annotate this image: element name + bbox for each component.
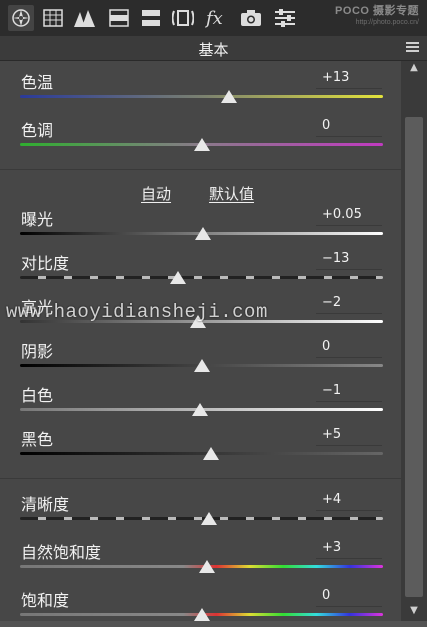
saturation-row: 饱和度 0 [0,587,401,627]
panel-title: 基本 [198,41,229,59]
contrast-value[interactable]: −13 [316,250,382,270]
auto-button[interactable]: 自动 [141,183,171,204]
basic-panel-content: 色温 +13 色调 0 自动 默认值 曝光 +0.05 对比度 −13 高光 −… [0,61,401,621]
tone-curve-icon[interactable] [40,5,66,31]
clarity-row: 清晰度 +4 [0,491,401,531]
poco-watermark: POCO 摄影专题 http://photo.poco.cn/ [335,5,419,27]
temperature-label: 色温 [21,73,54,92]
temperature-value[interactable]: +13 [316,69,382,89]
whites-thumb[interactable] [191,403,208,416]
saturation-thumb[interactable] [193,608,210,621]
tint-label: 色调 [21,121,54,140]
scroll-thumb[interactable] [405,117,423,597]
site-watermark: www.haoyidiansheji.com [6,301,268,323]
contrast-label: 对比度 [21,254,70,273]
vibrance-value[interactable]: +3 [316,539,382,559]
auto-default-row: 自动 默认值 [0,183,401,205]
whites-value[interactable]: −1 [316,382,382,402]
highlights-value[interactable]: −2 [316,294,382,314]
vibrance-label: 自然饱和度 [21,543,102,562]
exposure-thumb[interactable] [195,227,212,240]
whites-row: 白色 −1 [0,382,401,422]
detail-icon[interactable] [72,5,98,31]
blacks-track[interactable] [20,452,383,455]
svg-text:fx: fx [205,8,223,28]
shadows-value[interactable]: 0 [316,338,382,358]
hsl-icon[interactable] [106,5,132,31]
divider [0,169,401,170]
contrast-track[interactable] [20,276,383,279]
saturation-label: 饱和度 [21,591,70,610]
blacks-label: 黑色 [21,430,54,449]
blacks-value[interactable]: +5 [316,426,382,446]
saturation-value[interactable]: 0 [316,587,382,607]
clarity-value[interactable]: +4 [316,491,382,511]
exposure-value[interactable]: +0.05 [316,206,382,226]
vibrance-row: 自然饱和度 +3 [0,539,401,579]
camera-calibration-icon[interactable] [238,5,264,31]
poco-brand: POCO 摄影专题 [335,5,419,17]
temperature-track[interactable] [20,95,383,98]
panel-header: 基本 [0,36,427,61]
default-button[interactable]: 默认值 [209,183,254,204]
contrast-row: 对比度 −13 [0,250,401,290]
temperature-thumb[interactable] [220,90,237,103]
blacks-row: 黑色 +5 [0,426,401,466]
scrollbar[interactable]: ▲ ▼ [401,61,427,621]
whites-label: 白色 [21,386,54,405]
exposure-label: 曝光 [21,210,54,229]
clarity-thumb[interactable] [200,512,217,525]
poco-url: http://photo.poco.cn/ [355,19,419,26]
split-toning-icon[interactable] [138,5,164,31]
scroll-down-icon[interactable]: ▼ [407,606,421,616]
shadows-thumb[interactable] [193,359,210,372]
contrast-thumb[interactable] [169,271,186,284]
shadows-label: 阴影 [21,342,54,361]
presets-icon[interactable] [272,5,298,31]
temperature-row: 色温 +13 [0,69,401,109]
shadows-row: 阴影 0 [0,338,401,378]
vibrance-thumb[interactable] [198,560,215,573]
tint-row: 色调 0 [0,117,401,157]
scroll-up-icon[interactable]: ▲ [407,63,421,73]
panel-toolbar: fx POCO 摄影专题 http://photo.poco.cn/ [0,0,427,37]
exposure-row: 曝光 +0.05 [0,206,401,246]
divider [0,478,401,479]
lens-icon[interactable] [170,5,196,31]
tint-thumb[interactable] [193,138,210,151]
effects-icon[interactable]: fx [204,5,230,31]
blacks-thumb[interactable] [202,447,219,460]
tint-value[interactable]: 0 [316,117,382,137]
panel-menu-icon[interactable] [406,42,419,53]
basic-panel-icon[interactable] [8,5,34,31]
clarity-label: 清晰度 [21,495,70,514]
